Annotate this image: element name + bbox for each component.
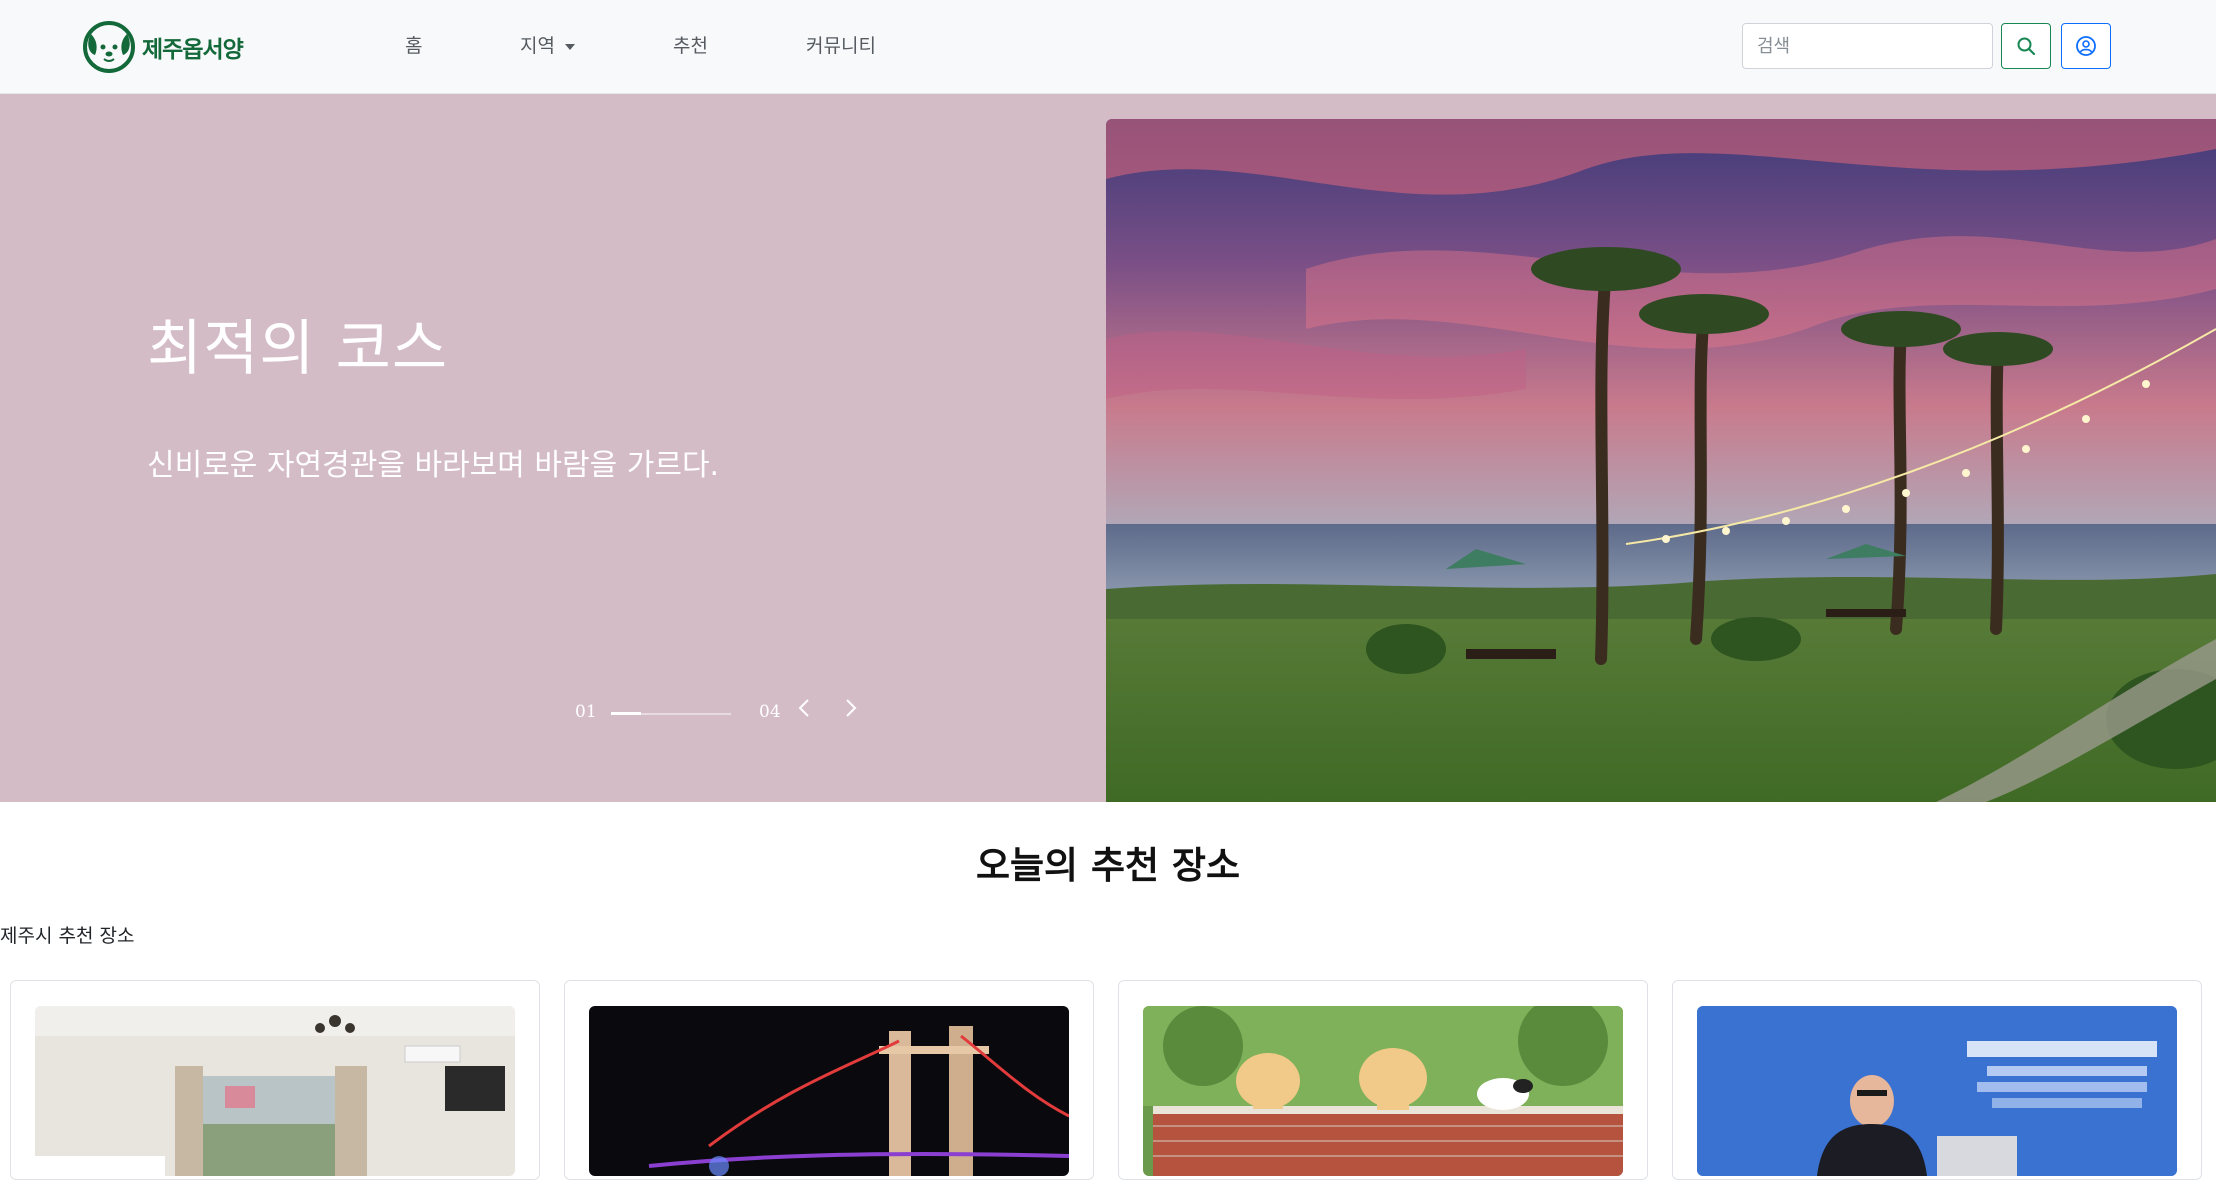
place-card[interactable]	[10, 980, 540, 1180]
user-account-button[interactable]	[2061, 23, 2111, 69]
search-icon	[2017, 37, 2036, 56]
nav-item-label: 커뮤니티	[806, 35, 876, 57]
chevron-right-icon	[846, 699, 857, 717]
chevron-left-icon	[798, 699, 809, 717]
hero-image-palm-trees-sunset	[1106, 119, 2216, 802]
card-image-night-bridge	[589, 1006, 1069, 1176]
brand-home-link[interactable]: 제주옵서양	[82, 20, 244, 74]
dog-face-icon	[83, 21, 135, 73]
nav-item-recommend[interactable]: 추천	[673, 30, 708, 62]
slide-current-number: 01	[575, 702, 597, 722]
brand-name: 제주옵서양	[142, 37, 244, 63]
hero-title: 최적의 코스	[147, 314, 449, 384]
nav-item-community[interactable]: 커뮤니티	[806, 30, 876, 62]
slide-next-button[interactable]	[839, 696, 863, 720]
slide-total-number: 04	[759, 702, 781, 722]
search-input[interactable]	[1742, 23, 1993, 69]
card-image-snoopy-statues	[1143, 1006, 1623, 1176]
card-image-hotel-room	[35, 1006, 515, 1176]
caret-down-icon	[564, 43, 575, 50]
nav-item-label: 추천	[673, 35, 708, 57]
nav-item-region-dropdown[interactable]: 지역	[520, 30, 575, 62]
section-subtitle: 제주시 추천 장소	[0, 925, 135, 947]
top-navbar: 제주옵서양 홈 지역 추천 커뮤니티	[0, 0, 2216, 94]
user-circle-icon	[2076, 36, 2096, 56]
slide-progress-fill	[611, 712, 641, 715]
card-image-cruise-forum	[1697, 1006, 2177, 1176]
nav-item-label: 지역	[520, 35, 555, 57]
search-button[interactable]	[2001, 23, 2051, 69]
slide-progress-bar	[611, 712, 731, 715]
nav-item-home[interactable]: 홈	[405, 30, 422, 62]
place-card[interactable]	[564, 980, 1094, 1180]
hero-subtitle: 신비로운 자연경관을 바라보며 바람을 가르다.	[147, 448, 720, 483]
hero-carousel: 최적의 코스 신비로운 자연경관을 바라보며 바람을 가르다. 01 04	[0, 94, 2216, 802]
place-card[interactable]	[1118, 980, 1648, 1180]
nav-item-label: 홈	[405, 35, 423, 57]
place-card[interactable]	[1672, 980, 2202, 1180]
section-title: 오늘의 추천 장소	[975, 844, 1241, 887]
slide-prev-button[interactable]	[792, 696, 816, 720]
